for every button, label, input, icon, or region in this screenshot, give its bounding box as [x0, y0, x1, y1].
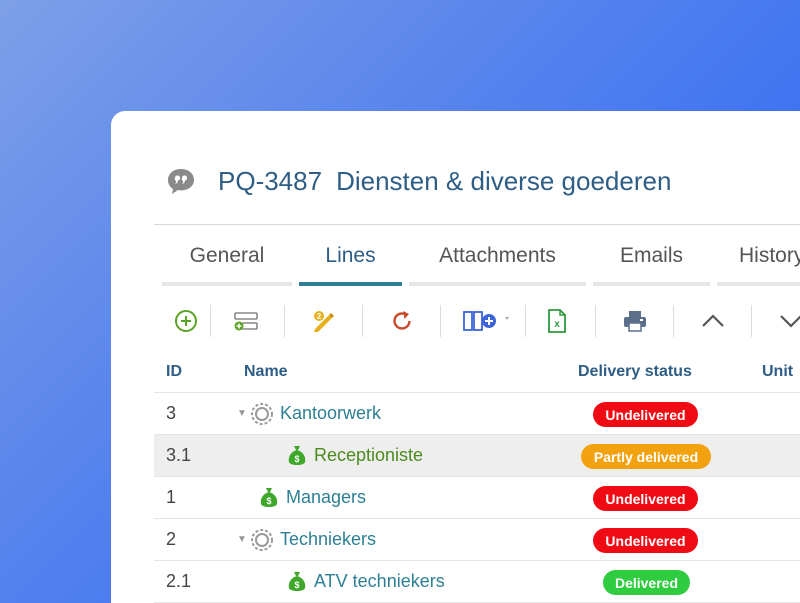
move-down-button[interactable]: [768, 304, 800, 338]
column-header-id[interactable]: ID: [166, 363, 182, 381]
row-name[interactable]: Managers: [286, 487, 366, 508]
column-header-name[interactable]: Name: [244, 363, 288, 381]
toolbar-separator: [751, 305, 752, 337]
row-id: 2.1: [166, 571, 192, 591]
excel-export-icon: x: [547, 309, 566, 333]
document-panel: PQ-3487 Diensten & diverse goederen Gener…: [111, 111, 800, 603]
status-badge: Partly delivered: [581, 444, 711, 469]
collapse-caret-icon[interactable]: ▼: [234, 408, 250, 419]
add-group-button[interactable]: [223, 304, 268, 338]
print-button[interactable]: [612, 304, 657, 338]
tab-lines[interactable]: Lines: [299, 241, 402, 286]
add-line-icon: [174, 310, 197, 332]
tab-history[interactable]: History: [717, 241, 800, 286]
quote-bubble-icon: [168, 169, 194, 194]
move-up-button[interactable]: [690, 304, 735, 338]
gear-group-icon: [250, 402, 274, 426]
refresh-icon: [392, 311, 411, 330]
status-badge: Undelivered: [593, 486, 698, 511]
row-name[interactable]: ATV techniekers: [314, 571, 445, 592]
add-group-icon: [233, 312, 258, 331]
row-name-cell: $ ATV techniekers: [286, 561, 445, 602]
table-row[interactable]: 3 ▼ Kantoorwerk Undelivered: [154, 393, 800, 435]
edit-lines-button[interactable]: 2: [301, 304, 346, 338]
money-bag-icon: $: [286, 570, 308, 594]
row-name[interactable]: Kantoorwerk: [280, 403, 381, 424]
gear-group-icon: [250, 528, 274, 552]
row-id: 1: [166, 487, 177, 507]
page-header: PQ-3487 Diensten & diverse goederen: [166, 161, 671, 201]
svg-text:x: x: [554, 319, 560, 330]
move-down-icon: [779, 315, 800, 328]
grid-header: ID Name Delivery status Unit: [154, 351, 800, 393]
table-row[interactable]: 3.1 $ Receptioniste Partly delivered: [154, 435, 800, 477]
toolbar-separator: [525, 305, 526, 337]
excel-export-button[interactable]: x: [534, 304, 579, 338]
column-header-unit[interactable]: Unit: [762, 363, 793, 381]
status-badge: Undelivered: [593, 528, 698, 553]
row-name[interactable]: Receptioniste: [314, 445, 423, 466]
status-badge: Undelivered: [593, 402, 698, 427]
document-code: PQ-3487: [218, 165, 323, 196]
money-bag-icon: $: [286, 444, 308, 468]
svg-text:$: $: [294, 454, 299, 464]
column-header-delivery-status[interactable]: Delivery status: [578, 363, 692, 381]
header-divider: [154, 224, 800, 225]
add-line-button[interactable]: [163, 304, 208, 338]
svg-text:2: 2: [316, 312, 321, 321]
row-name-cell: $ Managers: [258, 477, 366, 518]
tab-bar: General Lines Attachments Emails History: [162, 241, 800, 286]
lines-grid: ID Name Delivery status Unit 3 ▼ Kantoor…: [154, 351, 800, 603]
columns-add-button[interactable]: [457, 304, 517, 338]
print-icon: [623, 311, 646, 332]
tab-general[interactable]: General: [162, 241, 292, 286]
toolbar-separator: [210, 305, 211, 337]
refresh-button[interactable]: [379, 304, 424, 338]
status-badge: Delivered: [603, 570, 690, 595]
tab-emails[interactable]: Emails: [593, 241, 710, 286]
row-id: 2: [166, 529, 177, 549]
svg-text:$: $: [294, 580, 299, 590]
toolbar-separator: [673, 305, 674, 337]
row-name[interactable]: Techniekers: [280, 529, 376, 550]
columns-add-icon: [463, 311, 509, 331]
table-row[interactable]: 1 $ Managers Undelivered: [154, 477, 800, 519]
row-name-cell: $ Receptioniste: [286, 435, 423, 476]
table-row[interactable]: 2 ▼ Techniekers Undelivered: [154, 519, 800, 561]
move-up-icon: [701, 314, 724, 327]
row-name-cell: ▼ Techniekers: [234, 519, 376, 560]
page-title: PQ-3487 Diensten & diverse goederen: [218, 166, 671, 197]
row-id: 3.1: [166, 445, 192, 465]
svg-text:$: $: [266, 496, 271, 506]
collapse-caret-icon[interactable]: ▼: [234, 534, 250, 545]
lines-toolbar: 2 x: [163, 304, 800, 338]
toolbar-separator: [284, 305, 285, 337]
edit-lines-icon: 2: [313, 311, 334, 332]
table-row[interactable]: 2.1 $ ATV techniekers Delivered: [154, 561, 800, 603]
money-bag-icon: $: [258, 486, 280, 510]
row-name-cell: ▼ Kantoorwerk: [234, 393, 381, 434]
toolbar-separator: [440, 305, 441, 337]
tab-attachments[interactable]: Attachments: [409, 241, 586, 286]
toolbar-separator: [362, 305, 363, 337]
document-title: Diensten & diverse goederen: [336, 165, 672, 196]
toolbar-separator: [595, 305, 596, 337]
row-id: 3: [166, 403, 177, 423]
